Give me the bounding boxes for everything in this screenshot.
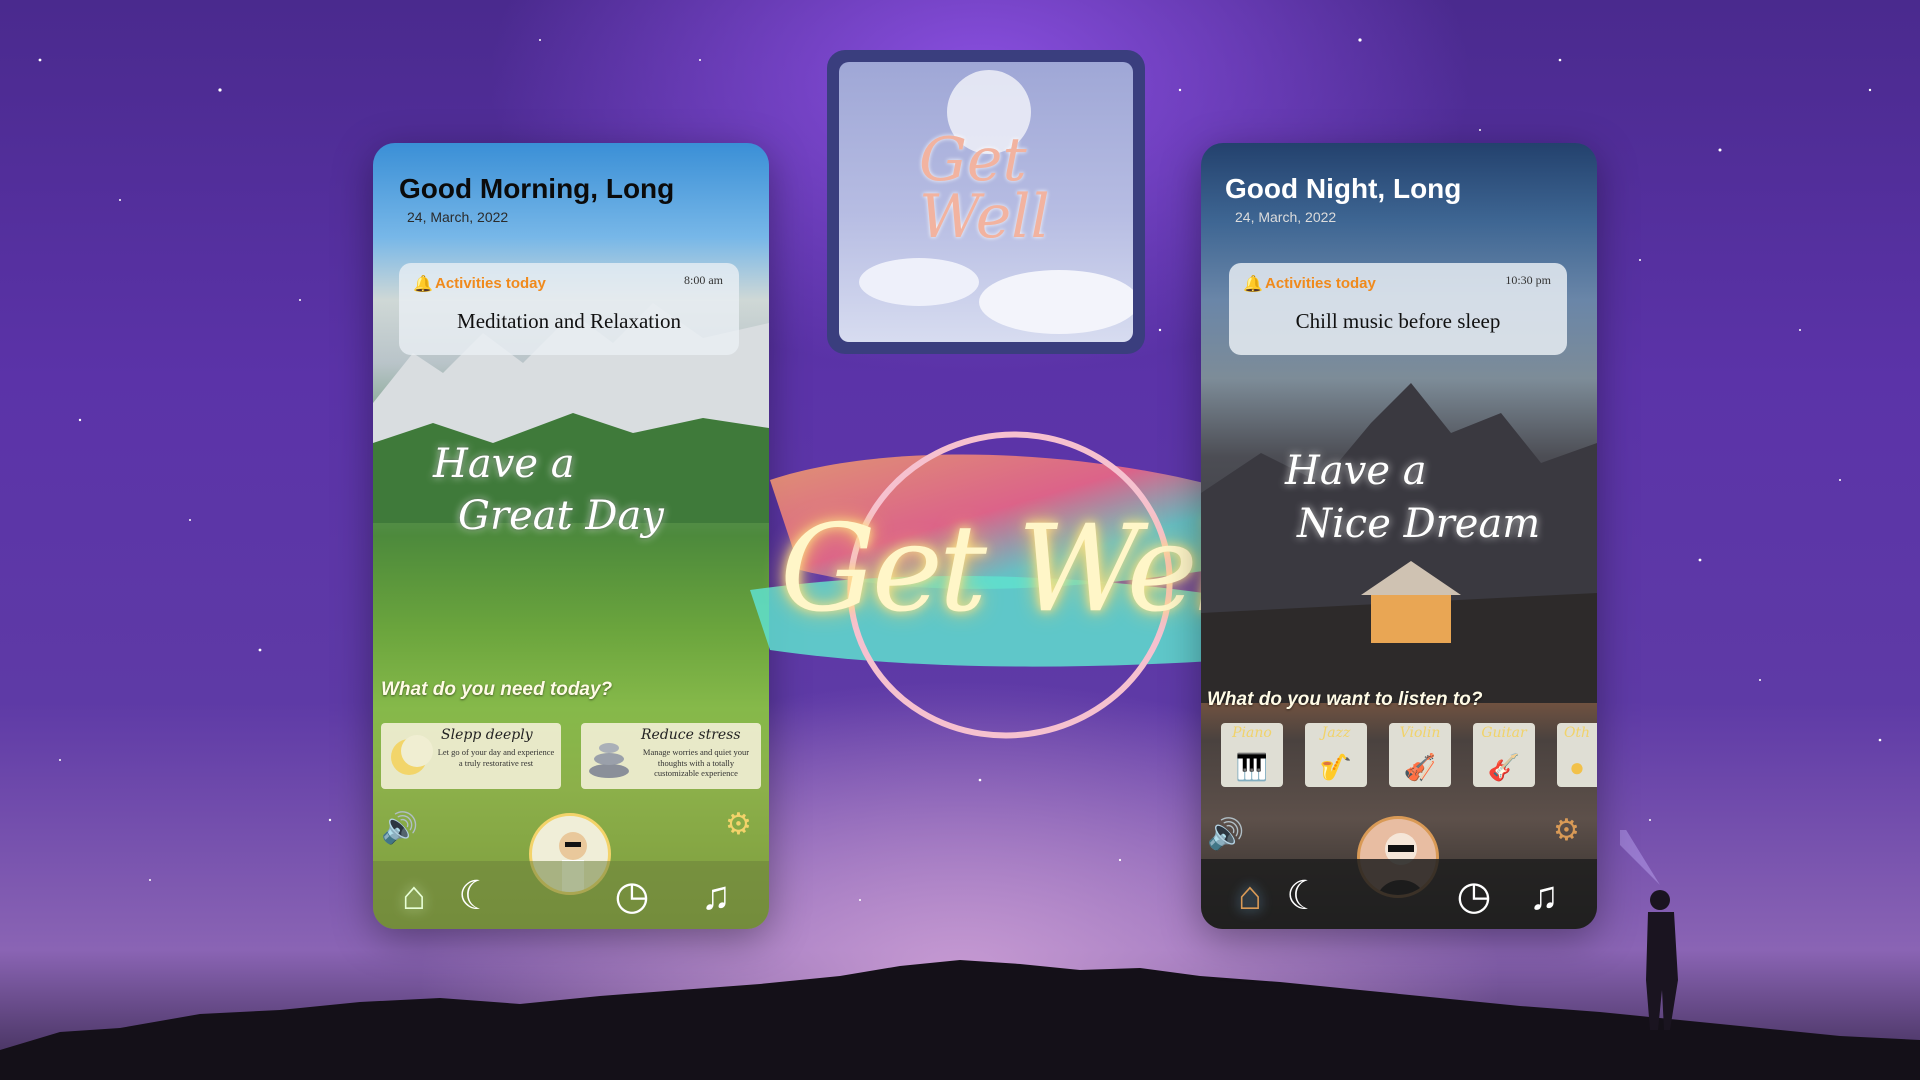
music-name: Violin xyxy=(1399,725,1441,741)
activity-label: Activities today xyxy=(1265,275,1376,292)
music-tile-jazz[interactable]: Jazz 🎷 xyxy=(1305,723,1367,787)
activity-time: 8:00 am xyxy=(684,273,723,287)
logo-card-inner: Get Well xyxy=(839,62,1133,342)
home-icon[interactable]: ⌂ xyxy=(391,873,437,919)
section-question: What do you need today? xyxy=(381,679,613,700)
tagline-line2: Nice Dream xyxy=(1297,501,1541,547)
bell-icon: 🔔 xyxy=(413,276,433,293)
music-name: Oth xyxy=(1563,725,1591,741)
gear-icon[interactable]: ⚙ xyxy=(725,807,752,842)
speaker-icon[interactable]: 🔊 xyxy=(1207,817,1244,852)
date: 24, March, 2022 xyxy=(407,209,509,225)
music-name: Piano xyxy=(1232,725,1272,741)
greeting: Good Night, Long xyxy=(1225,173,1462,204)
stones-icon xyxy=(589,743,629,778)
clock-icon[interactable]: ◷ xyxy=(1451,873,1497,919)
activity-time: 10:30 pm xyxy=(1505,273,1551,287)
music-note-icon[interactable]: ♫ xyxy=(1521,873,1567,919)
tagline-line2: Great Day xyxy=(458,493,664,539)
tagline-line1: Have a xyxy=(433,441,575,487)
card-desc: Let go of your day and experience a trul… xyxy=(437,747,555,768)
music-tile-guitar[interactable]: Guitar 🎸 xyxy=(1473,723,1535,787)
guitar-icon: 🎸 xyxy=(1487,752,1521,782)
music-tile-piano[interactable]: Piano 🎹 xyxy=(1221,723,1283,787)
activity-card[interactable]: 🔔 Activities today 10:30 pm Chill music … xyxy=(1229,263,1567,355)
card-title: Slepp deeply xyxy=(441,727,533,743)
center-logo-text: Get Well xyxy=(780,500,1267,639)
card-desc: Manage worries and quiet your thoughts w… xyxy=(642,747,750,779)
activity-card[interactable]: 🔔 Activities today 8:00 am Meditation an… xyxy=(399,263,739,355)
card-sleep-deeply[interactable]: Slepp deeply Let go of your day and expe… xyxy=(381,723,561,789)
music-tile-other[interactable]: Oth ● xyxy=(1557,723,1597,787)
home-icon[interactable]: ⌂ xyxy=(1227,873,1273,919)
music-name: Guitar xyxy=(1481,725,1527,741)
violin-icon: 🎻 xyxy=(1403,752,1437,782)
activity-label: Activities today xyxy=(435,275,546,292)
moon-icon[interactable]: ☾ xyxy=(453,873,499,919)
activity-title: Chill music before sleep xyxy=(1295,309,1501,333)
hiker-silhouette xyxy=(1620,830,1678,1030)
logo-text: Get Well xyxy=(919,125,1050,252)
gear-icon[interactable]: ⚙ xyxy=(1553,813,1580,848)
clock-icon[interactable]: ◷ xyxy=(609,873,655,919)
bottom-nav-bar: ⌂ ☾ ◷ ♫ xyxy=(1201,859,1597,929)
greeting: Good Morning, Long xyxy=(399,173,675,204)
moon-icon xyxy=(391,735,433,775)
speaker-icon[interactable]: 🔊 xyxy=(381,811,418,846)
logo-card: Get Well xyxy=(827,50,1145,354)
moon-icon[interactable]: ☾ xyxy=(1281,873,1327,919)
activity-title: Meditation and Relaxation xyxy=(457,309,681,333)
music-tile-violin[interactable]: Violin 🎻 xyxy=(1389,723,1451,787)
tagline-line1: Have a xyxy=(1285,448,1427,494)
music-note-icon[interactable]: ♫ xyxy=(693,873,739,919)
bell-icon: 🔔 xyxy=(1243,276,1263,293)
saxophone-icon: 🎷 xyxy=(1319,752,1353,782)
date: 24, March, 2022 xyxy=(1235,209,1337,225)
music-name: Jazz xyxy=(1321,725,1351,741)
piano-icon: 🎹 xyxy=(1235,752,1269,782)
night-phone-screen: Good Night, Long 24, March, 2022 🔔 Activ… xyxy=(1201,143,1597,929)
section-question: What do you want to listen to? xyxy=(1207,689,1483,710)
bottom-nav-bar: ⌂ ☾ ◷ ♫ xyxy=(373,861,769,929)
other-icon: ● xyxy=(1569,752,1585,782)
